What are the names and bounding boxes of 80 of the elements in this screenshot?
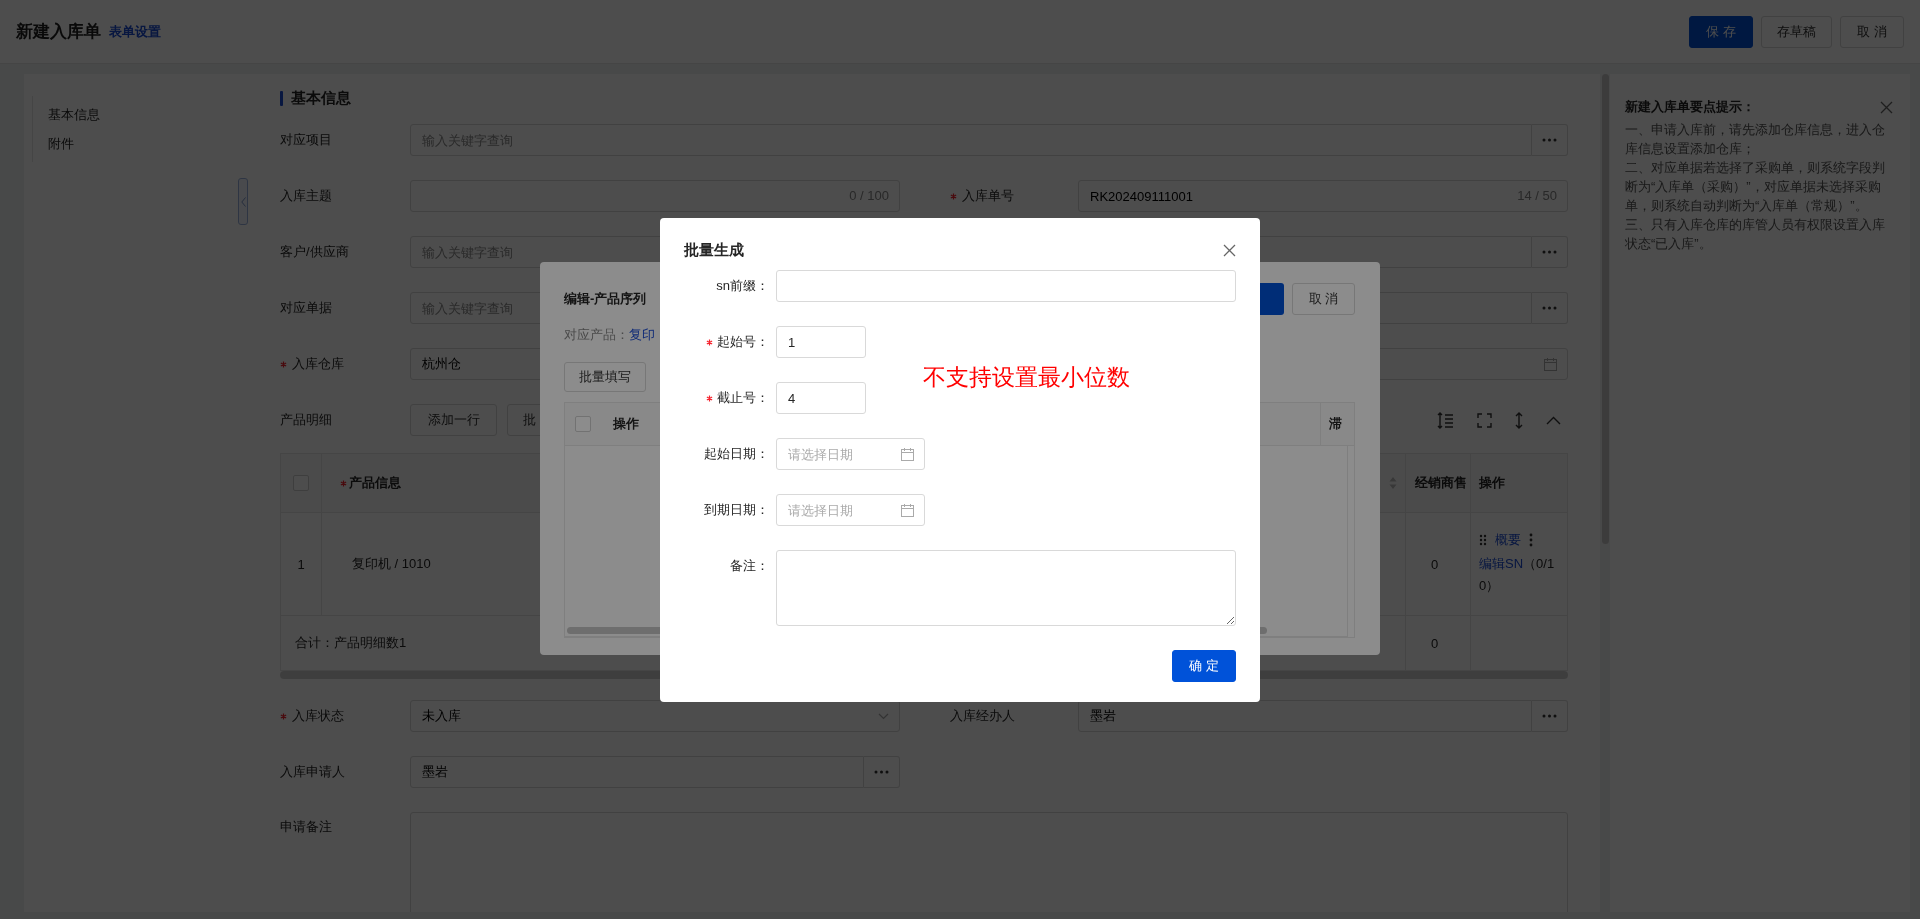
more-button[interactable] bbox=[1532, 124, 1568, 156]
field-label: 入库申请人 bbox=[280, 763, 345, 781]
field-label: 对应项目 bbox=[280, 131, 332, 149]
select-field[interactable]: 未入库 bbox=[410, 700, 900, 732]
line-height-icon[interactable] bbox=[1437, 411, 1454, 429]
field-label: 入库状态 bbox=[292, 707, 344, 725]
nav-item[interactable]: 基本信息 bbox=[48, 100, 100, 129]
field-label: 入库仓库 bbox=[292, 355, 344, 373]
input-field[interactable]: 墨岩 bbox=[410, 756, 864, 788]
chevron-down-icon bbox=[878, 712, 889, 720]
more-icon bbox=[1542, 714, 1557, 718]
field-label: sn前缀： bbox=[716, 277, 769, 295]
chevron-left-icon bbox=[240, 196, 246, 207]
more-icon bbox=[874, 770, 889, 774]
input-field[interactable]: 1 bbox=[776, 326, 866, 358]
close-icon[interactable] bbox=[1223, 243, 1236, 257]
more-button[interactable] bbox=[1532, 236, 1568, 268]
page-title: 新建入库单 bbox=[16, 21, 101, 43]
field-label: 备注： bbox=[730, 557, 769, 575]
table-cell: 复印机 / 1010 bbox=[352, 555, 431, 573]
column-header: 滞 bbox=[1329, 415, 1342, 433]
date-field[interactable]: 请选择日期 bbox=[776, 438, 925, 470]
confirm-button[interactable]: 确 定 bbox=[1172, 650, 1236, 682]
section-title: 基本信息 bbox=[291, 88, 351, 108]
column-header: 操作 bbox=[1479, 474, 1505, 492]
dialog-title: 批量生成 bbox=[684, 240, 744, 260]
field-label: 对应单据 bbox=[280, 299, 332, 317]
collapse-handle[interactable] bbox=[238, 178, 248, 225]
form-settings-link[interactable]: 表单设置 bbox=[109, 22, 161, 41]
calendar-icon bbox=[1544, 357, 1557, 371]
sn-status-text: 编辑SN（0/10） bbox=[1479, 555, 1556, 595]
field-label: 到期日期： bbox=[704, 501, 769, 519]
date-field[interactable]: 请选择日期 bbox=[776, 494, 925, 526]
product-label: 对应产品： bbox=[564, 326, 629, 344]
input-field[interactable]: 墨岩 bbox=[1078, 700, 1532, 732]
field-label: 产品明细 bbox=[280, 411, 332, 429]
chevron-up-icon[interactable] bbox=[1546, 415, 1561, 425]
checkbox[interactable] bbox=[575, 416, 591, 432]
more-button[interactable] bbox=[1532, 700, 1568, 732]
edit-sn-link[interactable]: 编辑SN bbox=[1479, 556, 1524, 571]
product-link[interactable]: 复印 bbox=[629, 325, 655, 345]
more-icon bbox=[1542, 138, 1557, 142]
field-label: 申请备注 bbox=[280, 818, 332, 836]
text-area[interactable] bbox=[776, 550, 1236, 626]
save-button[interactable]: 保 存 bbox=[1689, 15, 1753, 48]
column-header: 产品信息 bbox=[349, 474, 401, 492]
input-field[interactable] bbox=[776, 270, 1236, 302]
fullscreen-icon[interactable] bbox=[1477, 412, 1492, 428]
drag-handle-icon[interactable] bbox=[1479, 534, 1487, 546]
cancel-button[interactable]: 取 消 bbox=[1840, 15, 1904, 48]
row-number: 1 bbox=[297, 556, 305, 572]
table-cell: 0 bbox=[1431, 556, 1439, 572]
field-label: 入库经办人 bbox=[950, 707, 1015, 725]
total-label: 合计：产品明细数1 bbox=[295, 634, 407, 652]
field-label: 客户/供应商 bbox=[280, 243, 349, 261]
batch-fill-button[interactable]: 批量填写 bbox=[564, 362, 646, 392]
column-header: 经销商售 bbox=[1415, 474, 1467, 492]
more-icon bbox=[1542, 250, 1557, 254]
annotation-text: 不支持设置最小位数 bbox=[923, 364, 1130, 392]
table-cell: 0 bbox=[1431, 635, 1439, 651]
more-button[interactable] bbox=[1532, 292, 1568, 324]
calendar-icon bbox=[901, 447, 914, 461]
save-draft-button[interactable]: 存草稿 bbox=[1761, 15, 1832, 48]
input-field[interactable]: 4 bbox=[776, 382, 866, 414]
column-height-icon[interactable] bbox=[1515, 411, 1523, 429]
cancel-button[interactable]: 取 消 bbox=[1292, 283, 1355, 315]
more-button[interactable] bbox=[864, 756, 900, 788]
field-label: 入库单号 bbox=[962, 187, 1014, 205]
summary-link[interactable]: 概要 bbox=[1495, 531, 1521, 549]
calendar-icon bbox=[901, 503, 914, 517]
dialog-title: 编辑-产品序列 bbox=[564, 290, 647, 308]
field-label: 起始号： bbox=[717, 333, 769, 351]
field-label: 入库主题 bbox=[280, 187, 332, 205]
field-label: 起始日期： bbox=[704, 445, 769, 463]
tips-title: 新建入库单要点提示： bbox=[1625, 98, 1755, 116]
field-label: 截止号： bbox=[717, 389, 769, 407]
nav-item[interactable]: 附件 bbox=[48, 129, 74, 158]
column-header: 操作 bbox=[613, 416, 639, 431]
more-vertical-icon[interactable] bbox=[1529, 533, 1533, 547]
more-icon bbox=[1542, 306, 1557, 310]
